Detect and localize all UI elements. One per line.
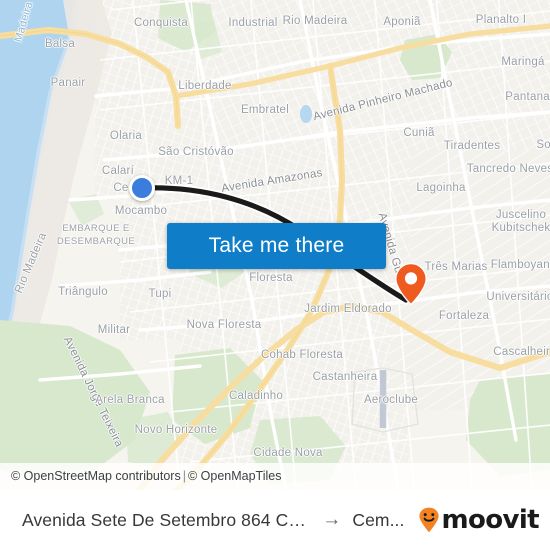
map-attribution: © OpenStreetMap contributors | © OpenMapTi… [0, 463, 550, 490]
arrow-right-icon: → [322, 509, 342, 530]
moovit-map-screen: Madeira Conquista Industrial Rio Madeira Apo… [0, 0, 550, 550]
take-me-there-button[interactable]: Take me there [167, 223, 386, 269]
trip-summary[interactable]: Avenida Sete De Setembro 864 Centro Por.… [22, 509, 404, 531]
attribution-separator: | [182, 469, 186, 483]
attribution-osm[interactable]: © OpenStreetMap contributors [11, 469, 181, 483]
destination-pin[interactable] [394, 262, 428, 306]
moovit-logo[interactable]: moovit [418, 505, 540, 535]
moovit-pin-icon [419, 507, 440, 533]
attribution-openmaptiles[interactable]: © OpenMapTiles [188, 469, 282, 483]
moovit-wordmark: moovit [441, 505, 539, 535]
origin-dot[interactable] [129, 175, 155, 201]
trip-footer-bar: Avenida Sete De Setembro 864 Centro Por.… [0, 490, 550, 550]
trip-origin-label: Avenida Sete De Setembro 864 Centro Por.… [22, 509, 311, 530]
map-canvas[interactable]: Madeira Conquista Industrial Rio Madeira Apo… [0, 0, 550, 490]
trip-destination-label: Cem... [352, 509, 405, 530]
